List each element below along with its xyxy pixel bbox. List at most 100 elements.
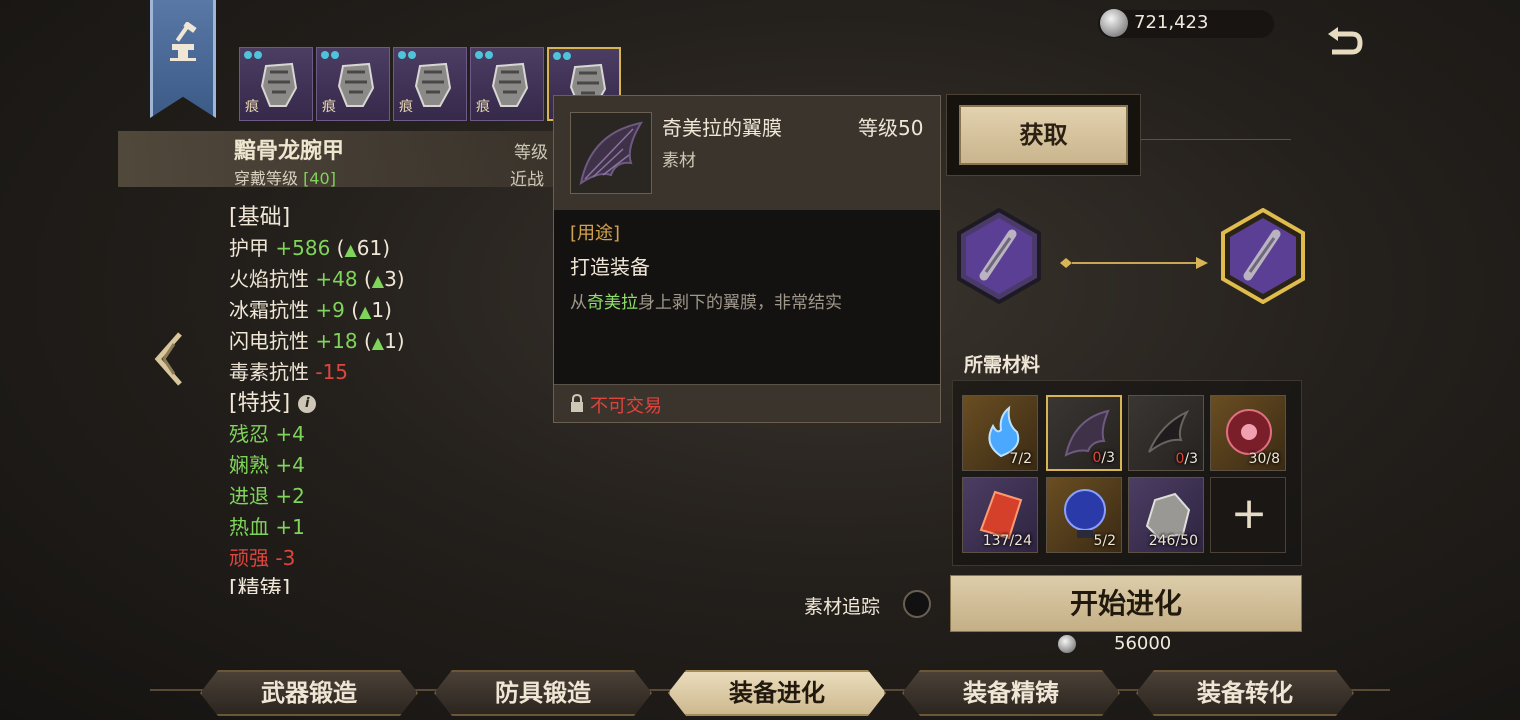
obtain-button[interactable]: 获取 bbox=[959, 105, 1128, 165]
current-bracer-icon[interactable] bbox=[956, 208, 1042, 304]
equipment-slot[interactable]: 痕 bbox=[393, 47, 467, 121]
lock-icon bbox=[571, 393, 583, 412]
tooltip-usage-header: [用途] bbox=[570, 223, 621, 244]
equipment-tag: 痕 bbox=[245, 99, 259, 115]
skill-value: +1 bbox=[275, 515, 305, 539]
skill-value: +4 bbox=[275, 422, 305, 446]
upgrade-arrow-icon: ▲ bbox=[359, 302, 372, 321]
material-count: 137/24 bbox=[982, 533, 1032, 549]
silver-coin-icon bbox=[1058, 635, 1076, 653]
material-count: 5/2 bbox=[1093, 533, 1116, 549]
material-slot-red-orb[interactable]: 30/8 bbox=[1210, 395, 1286, 471]
skill-value: +2 bbox=[275, 484, 305, 508]
gem-icon bbox=[244, 51, 252, 59]
skill-label: 娴熟 bbox=[229, 453, 269, 477]
material-count: 0/3 bbox=[1092, 450, 1115, 466]
stat-value: +48 bbox=[315, 267, 358, 291]
item-level-label: 等级 bbox=[514, 143, 548, 163]
stat-label: 毒素抗性 bbox=[229, 360, 309, 384]
silver-coin-icon bbox=[1100, 9, 1128, 37]
skill-row: 娴熟 +4 bbox=[229, 450, 549, 481]
material-count: 7/2 bbox=[1009, 451, 1032, 467]
armor-piece-icon bbox=[260, 62, 298, 107]
stat-label: 火焰抗性 bbox=[229, 267, 309, 291]
stat-bonus: 1 bbox=[371, 298, 385, 322]
tab-4[interactable]: 装备转化 bbox=[1136, 670, 1354, 716]
chimera-wing-icon bbox=[570, 112, 652, 194]
skill-row: 顽强 -3 bbox=[229, 543, 549, 574]
equipment-slot[interactable]: 痕 bbox=[470, 47, 544, 121]
armor-piece-icon bbox=[414, 62, 452, 107]
stat-value: +9 bbox=[315, 298, 345, 322]
skill-value: +4 bbox=[275, 453, 305, 477]
skill-value: -3 bbox=[275, 546, 296, 570]
material-count: 246/50 bbox=[1148, 533, 1198, 549]
equipment-slot[interactable]: 痕 bbox=[316, 47, 390, 121]
tab-2[interactable]: 装备进化 bbox=[668, 670, 886, 716]
add-material-button[interactable]: + bbox=[1210, 477, 1286, 553]
gem-icon bbox=[553, 52, 561, 60]
material-slot-red-crystal[interactable]: 137/24 bbox=[962, 477, 1038, 553]
gem-icon bbox=[398, 51, 406, 59]
item-name: 黯骨龙腕甲 bbox=[234, 139, 345, 164]
material-count: 30/8 bbox=[1248, 451, 1280, 467]
evolution-arrow-icon bbox=[1060, 257, 1208, 269]
back-icon[interactable] bbox=[1324, 26, 1364, 60]
tooltip-description: 从奇美拉身上剥下的翼膜，非常结实 bbox=[570, 293, 842, 313]
plus-icon: + bbox=[1230, 488, 1268, 539]
gem-icon bbox=[475, 51, 483, 59]
prev-arrow-icon[interactable] bbox=[150, 330, 186, 388]
equipment-tag: 痕 bbox=[399, 99, 413, 115]
stat-label: 闪电抗性 bbox=[229, 329, 309, 353]
stats-panel[interactable]: [基础] 护甲 +586 (▲61) 火焰抗性 +48 (▲3) 冰霜抗性 +9 (… bbox=[229, 202, 549, 594]
material-slot-blue-sphere[interactable]: 5/2 bbox=[1046, 477, 1122, 553]
material-slot-chimera-wing[interactable]: 0/3 bbox=[1046, 395, 1122, 471]
skill-row: 热血 +1 bbox=[229, 512, 549, 543]
base-stat-row: 火焰抗性 +48 (▲3) bbox=[229, 267, 405, 291]
tooltip-item-name: 奇美拉的翼膜 bbox=[662, 116, 782, 140]
tooltip-item-level: 等级50 bbox=[858, 116, 924, 140]
skill-label: 进退 bbox=[229, 484, 269, 508]
start-evolution-button[interactable]: 开始进化 bbox=[950, 575, 1302, 632]
material-tracking-label: 素材追踪 bbox=[804, 596, 881, 618]
stat-label: 护甲 bbox=[229, 236, 269, 260]
refine-stats-header: [精铸] bbox=[229, 577, 291, 594]
gem-icon bbox=[321, 51, 329, 59]
tooltip-usage: 打造装备 bbox=[570, 255, 650, 279]
tab-0[interactable]: 武器锻造 bbox=[200, 670, 418, 716]
skill-row: 残忍 +4 bbox=[229, 419, 549, 450]
material-slot-dark-claw[interactable]: 0/3 bbox=[1128, 395, 1204, 471]
tab-3[interactable]: 装备精铸 bbox=[902, 670, 1120, 716]
equipment-tag: 痕 bbox=[322, 99, 336, 115]
item-melee-label: 近战 bbox=[510, 170, 544, 190]
stat-label: 冰霜抗性 bbox=[229, 298, 309, 322]
skill-row: 进退 +2 bbox=[229, 481, 549, 512]
skills-header: [特技] i bbox=[229, 388, 549, 419]
tab-1[interactable]: 防具锻造 bbox=[434, 670, 652, 716]
base-stats-header: [基础] bbox=[229, 205, 291, 230]
material-tracking-toggle[interactable] bbox=[903, 590, 931, 618]
evolved-bracer-icon[interactable] bbox=[1220, 208, 1306, 304]
upgrade-arrow-icon: ▲ bbox=[344, 240, 357, 259]
upgrade-arrow-icon: ▲ bbox=[371, 333, 385, 352]
skill-label: 顽强 bbox=[229, 546, 269, 570]
base-stat-row: 冰霜抗性 +9 (▲1) bbox=[229, 298, 392, 322]
stat-value: -15 bbox=[315, 360, 349, 384]
armor-piece-icon bbox=[337, 62, 375, 107]
skill-label: 热血 bbox=[229, 515, 269, 539]
material-count: 0/3 bbox=[1175, 451, 1198, 467]
material-slot-silver-ore[interactable]: 246/50 bbox=[1128, 477, 1204, 553]
equipment-slot[interactable]: 痕 bbox=[239, 47, 313, 121]
material-slot-blue-flame[interactable]: 7/2 bbox=[962, 395, 1038, 471]
untradable-label: 不可交易 bbox=[590, 396, 662, 417]
info-icon[interactable]: i bbox=[298, 395, 317, 413]
upgrade-arrow-icon: ▲ bbox=[371, 271, 385, 290]
equipment-tag: 痕 bbox=[476, 99, 490, 115]
stat-bonus: 3 bbox=[384, 267, 397, 291]
stat-bonus: 61 bbox=[356, 236, 383, 260]
evolution-cost: 56000 bbox=[1114, 633, 1172, 654]
armor-piece-icon bbox=[491, 62, 529, 107]
anvil-hammer-icon bbox=[170, 22, 197, 61]
currency-amount: 721,423 bbox=[1134, 12, 1209, 33]
base-stat-row: 护甲 +586 (▲61) bbox=[229, 236, 391, 260]
